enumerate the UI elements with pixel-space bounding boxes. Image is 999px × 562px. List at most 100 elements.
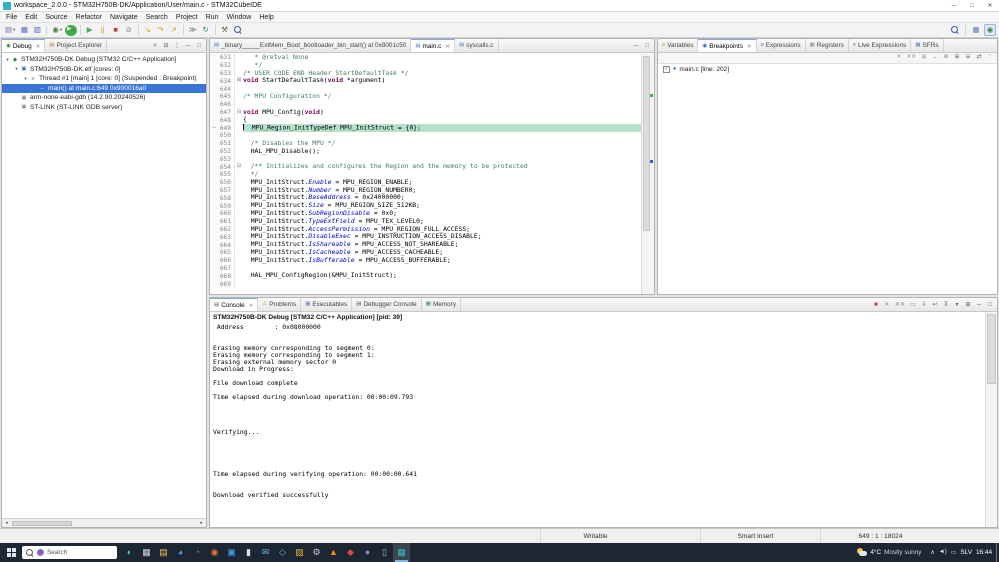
restart-icon[interactable]: ↻ (200, 24, 212, 36)
overview-current-line-mark[interactable] (650, 160, 653, 163)
menu-item-edit[interactable]: Edit (21, 14, 41, 21)
search-icon[interactable] (232, 24, 244, 36)
gutter-cell[interactable] (210, 209, 218, 218)
console-view-tab-problems[interactable]: ⚠ Problems (258, 298, 302, 311)
step-into-icon[interactable]: ↘ (142, 24, 154, 36)
gutter-cell[interactable] (210, 225, 218, 234)
build-icon[interactable]: ⚒ (219, 24, 231, 36)
console-scrollbar[interactable] (985, 312, 997, 527)
instruction-stepping-icon[interactable]: ≫ (187, 24, 199, 36)
editor-scrollbar-thumb[interactable] (643, 56, 650, 231)
collapse-all-icon[interactable]: ⊟ (963, 54, 973, 63)
debug-tree-item-launch-target[interactable]: ▾ ◆ STM32H750B-DK Debug [STM32 C/C++ Appli… (2, 55, 206, 65)
gutter-cell[interactable] (210, 194, 218, 203)
remove-all-launches-icon[interactable]: ✕✕ (893, 300, 907, 310)
gutter-cell[interactable] (210, 248, 218, 257)
gutter-cell[interactable] (210, 202, 218, 210)
terminate-console-icon[interactable]: ■ (871, 300, 881, 310)
close-icon[interactable]: ✕ (747, 44, 752, 50)
code-line-669[interactable]: 669 (210, 280, 641, 288)
overview-breakpoint-mark[interactable] (650, 94, 653, 97)
debug-icon[interactable]: ◉ ▾ (50, 24, 64, 36)
breakpoint-item[interactable]: ✓ ● main.c [line: 202] (658, 64, 997, 74)
gutter-cell[interactable] (210, 100, 218, 109)
save-icon[interactable]: ▦ (18, 24, 30, 36)
pin-console-icon[interactable]: ⊼ (941, 300, 951, 310)
perspective-debug-icon[interactable]: ◉ (984, 24, 996, 36)
gutter-cell[interactable] (210, 233, 218, 242)
debug-tree-item-thread[interactable]: ▾ ≡ Thread #1 [main] 1 [core: 0] (Suspende… (2, 74, 206, 84)
gutter-cell[interactable] (210, 163, 218, 171)
quick-access-search-icon[interactable] (949, 24, 961, 36)
taskbar-app-file-explorer[interactable]: ▤ (155, 543, 172, 562)
gutter-cell[interactable] (210, 131, 218, 140)
minimize-view-icon[interactable]: ─ (631, 41, 641, 51)
gutter-cell[interactable] (210, 186, 218, 195)
taskbar-app-photos[interactable]: ▨ (291, 543, 308, 562)
clock[interactable]: 16:44 (976, 549, 992, 556)
skip-all-breakpoints-icon[interactable]: ⊘ (941, 54, 951, 63)
disconnect-icon[interactable]: ⊘ (123, 24, 135, 36)
debug-view-tab-project-explorer[interactable]: ▤ Project Explorer (45, 39, 107, 52)
close-icon[interactable]: ✕ (445, 44, 450, 50)
console-view-tab-debugger-console[interactable]: ▤ Debugger Console (352, 298, 422, 311)
gutter-cell[interactable] (210, 170, 218, 179)
fold-toggle-icon[interactable]: ⊞ (235, 77, 243, 85)
menu-item-source[interactable]: Source (41, 14, 71, 21)
editor-scrollbar[interactable] (641, 54, 654, 294)
link-with-debug-icon[interactable]: ⇄ (974, 54, 984, 63)
right-view-tab-breakpoints[interactable]: ◉ Breakpoints ✕ (698, 39, 757, 52)
expander-icon[interactable]: ▾ (4, 57, 11, 63)
maximize-view-icon[interactable]: □ (642, 41, 652, 51)
remove-breakpoint-icon[interactable]: ✕ (894, 54, 904, 63)
code-line-652[interactable]: 652 HAL_MPU_Disable(); (210, 147, 641, 156)
code-area[interactable]: 631 * @retval None 632 */633/* USER CODE … (210, 54, 641, 294)
debug-view-tab-debug[interactable]: ◉ Debug ✕ (2, 39, 46, 52)
gutter-cell[interactable] (210, 54, 218, 62)
right-view-tab-expressions[interactable]: ≡ Expressions (757, 39, 806, 52)
menu-item-search[interactable]: Search (142, 14, 172, 21)
debug-tree-item-stack-frame[interactable]: → main() at main.c:649 0x900016a0 (2, 83, 206, 93)
maximize-view-icon[interactable]: □ (985, 300, 995, 310)
view-menu-icon[interactable]: ⋮ (172, 41, 182, 51)
code-line-645[interactable]: 645 /* MPU Configuration */ (210, 92, 641, 101)
gutter-cell[interactable] (210, 280, 218, 288)
gutter-cell[interactable] (210, 85, 218, 93)
gutter-cell[interactable] (210, 69, 218, 78)
remove-all-breakpoints-icon[interactable]: ✕✕ (905, 54, 918, 63)
gutter-cell[interactable] (210, 155, 218, 164)
debug-tree-item-gdb-server[interactable]: ▣ ST-LINK (ST-LINK GDB server) (2, 103, 206, 113)
taskbar-app-edge[interactable]: ◕ (172, 543, 189, 562)
gutter-cell[interactable] (210, 147, 218, 156)
menu-item-window[interactable]: Window (222, 14, 255, 21)
scroll-left-icon[interactable]: ◂ (2, 520, 11, 526)
fold-toggle-icon[interactable]: ⊟ (235, 109, 243, 117)
gutter-cell[interactable] (210, 108, 218, 117)
close-icon[interactable]: ✕ (36, 44, 41, 50)
taskbar-app-copilot[interactable]: ◐ (121, 543, 138, 562)
taskbar-app-stm32cubeide[interactable]: ▦ (393, 543, 410, 562)
taskbar-app-terminal[interactable]: ▮ (240, 543, 257, 562)
terminate-icon[interactable]: ■ (110, 24, 122, 36)
minimize-view-icon[interactable]: ─ (974, 300, 984, 310)
right-view-tab-live-expressions[interactable]: ≡ Live Expressions (849, 39, 912, 52)
taskbar-app-chrome[interactable]: ◔ (189, 543, 206, 562)
collapse-all-icon[interactable]: ⊟ (161, 41, 171, 51)
menu-item-run[interactable]: Run (202, 14, 223, 21)
code-line-666[interactable]: 666 MPU_InitStruct.IsBufferable = MPU_AC… (210, 256, 641, 265)
expander-icon[interactable]: ▾ (13, 66, 20, 72)
weather-widget[interactable]: 4°C Mostly sunny (852, 548, 926, 557)
taskbar-app-git-client[interactable]: ◆ (342, 543, 359, 562)
language-indicator[interactable]: SLV (960, 549, 972, 556)
code-line-647[interactable]: 647 ⊟ void MPU_Config(void) (210, 108, 641, 117)
resume-icon[interactable]: ▶ (84, 24, 96, 36)
right-view-tab-sfrs[interactable]: ▦ SFRs (911, 39, 944, 52)
goto-file-icon[interactable]: → (930, 54, 940, 63)
expander-icon[interactable]: ▾ (22, 76, 29, 82)
console-body[interactable]: STM32H750B-DK Debug [STM32 C/C++ Applica… (210, 312, 985, 527)
display-selected-console-icon[interactable]: ▾ (952, 300, 962, 310)
code-line-634[interactable]: 634 ⊞ void StartDefaultTask(void *argument… (210, 76, 641, 86)
run-icon[interactable]: ▶ ▾ (65, 24, 77, 36)
menu-item-refactor[interactable]: Refactor (72, 14, 106, 21)
gutter-cell[interactable] (210, 217, 218, 226)
